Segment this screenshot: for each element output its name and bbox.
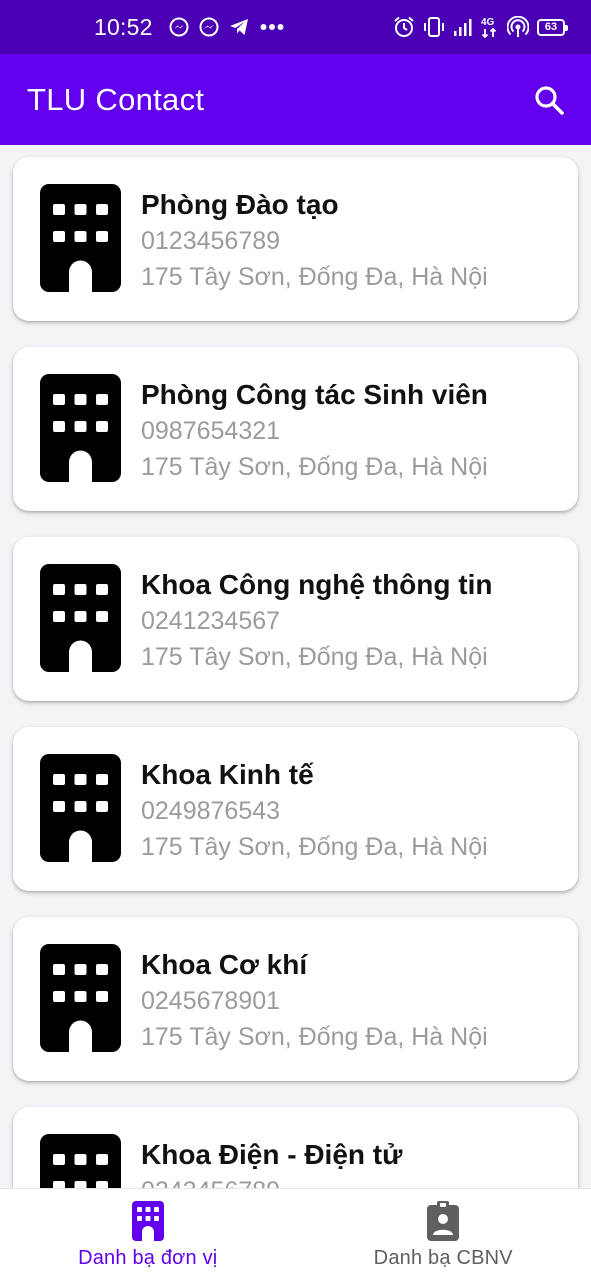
4g-icon: 4G — [481, 15, 499, 39]
unit-info: Khoa Điện - Điện tử0243456789175 Tây Sơn… — [141, 1137, 558, 1188]
unit-phone: 0249876543 — [141, 797, 281, 825]
messenger-icon — [199, 17, 219, 37]
unit-info: Khoa Cơ khí 0245678901 175 Tây Sơn, Đống Đ… — [141, 947, 558, 1055]
app-screen: 10:52 4G 63 TLU Contact Phòng Đào tạo 01… — [0, 0, 591, 1280]
unit-name: Khoa Điện - Điện tử — [141, 1139, 403, 1170]
unit-info: Khoa Công nghệ thông tin 0241234567 175 Tâ… — [141, 567, 558, 675]
unit-phone: 0243456789 — [141, 1173, 558, 1188]
unit-phone: 0987654321 — [141, 417, 281, 445]
unit-name: Phòng Đào tạo — [141, 189, 339, 220]
unit-name: Khoa Công nghệ thông tin — [141, 569, 493, 600]
unit-address: 175 Tây Sơn, Đống Đa, Hà Nội — [141, 453, 488, 481]
status-right: 4G 63 — [393, 15, 568, 39]
unit-address: 175 Tây Sơn, Đống Đa, Hà Nội — [141, 833, 488, 861]
unit-card[interactable]: Khoa Kinh tế 0249876543 175 Tây Sơn, Đống … — [13, 727, 578, 891]
unit-name: Khoa Cơ khí — [141, 949, 308, 980]
app-bar: TLU Contact — [0, 54, 591, 145]
unit-info: Phòng Đào tạo 0123456789 175 Tây Sơn, Đống… — [141, 187, 558, 295]
battery-icon: 63 — [537, 18, 568, 36]
unit-name: Khoa Kinh tế — [141, 759, 314, 790]
bottom-nav: Danh bạ đơn vị Danh bạ CBNV — [0, 1188, 591, 1280]
unit-info: Phòng Công tác Sinh viên 0987654321 175 Tâ… — [141, 377, 558, 485]
building-icon — [40, 1134, 121, 1188]
status-time: 10:52 — [94, 13, 153, 40]
building-icon — [40, 184, 121, 292]
unit-address: 175 Tây Sơn, Đống Đa, Hà Nội — [141, 643, 488, 671]
unit-phone: 0123456789 — [141, 227, 281, 255]
nav-tab-staff[interactable]: Danh bạ CBNV — [296, 1189, 591, 1280]
building-icon — [40, 944, 121, 1052]
unit-phone: 0245678901 — [141, 987, 281, 1015]
search-icon — [535, 85, 564, 115]
unit-card[interactable]: Khoa Điện - Điện tử0243456789175 Tây Sơn… — [13, 1107, 578, 1188]
vibrate-icon — [423, 16, 445, 38]
unit-address: 175 Tây Sơn, Đống Đa, Hà Nội — [141, 1023, 488, 1051]
unit-address: 175 Tây Sơn, Đống Đa, Hà Nội — [141, 263, 488, 291]
hotspot-icon — [507, 16, 529, 38]
unit-phone: 0241234567 — [141, 607, 281, 635]
building-icon — [40, 374, 121, 482]
status-left: 10:52 — [94, 14, 284, 41]
unit-card[interactable]: Phòng Công tác Sinh viên 0987654321 175 Tâ… — [13, 347, 578, 511]
battery-level: 63 — [544, 20, 558, 33]
building-icon — [131, 1201, 165, 1241]
svg-text:4G: 4G — [481, 17, 495, 28]
app-title: TLU Contact — [27, 81, 205, 117]
signal-icon — [453, 17, 473, 37]
unit-card[interactable]: Khoa Công nghệ thông tin 0241234567 175 Tâ… — [13, 537, 578, 701]
nav-tab-units[interactable]: Danh bạ đơn vị — [0, 1189, 296, 1280]
unit-card[interactable]: Phòng Đào tạo 0123456789 175 Tây Sơn, Đống… — [13, 157, 578, 321]
unit-name: Phòng Công tác Sinh viên — [141, 379, 488, 410]
contact-badge-icon — [426, 1201, 460, 1241]
nav-label-units: Danh bạ đơn vị — [78, 1247, 218, 1269]
telegram-icon — [229, 17, 250, 37]
nav-label-staff: Danh bạ CBNV — [373, 1247, 513, 1269]
building-icon — [40, 564, 121, 672]
messenger-icon — [169, 17, 189, 37]
alarm-icon — [393, 16, 415, 38]
unit-list[interactable]: Phòng Đào tạo 0123456789 175 Tây Sơn, Đống… — [0, 145, 591, 1188]
more-dots-icon — [260, 23, 284, 31]
unit-card[interactable]: Khoa Cơ khí 0245678901 175 Tây Sơn, Đống Đ… — [13, 917, 578, 1081]
status-bar: 10:52 4G 63 — [0, 0, 591, 54]
unit-info: Khoa Kinh tế 0249876543 175 Tây Sơn, Đống … — [141, 757, 558, 865]
search-button[interactable] — [529, 80, 569, 120]
building-icon — [40, 754, 121, 862]
